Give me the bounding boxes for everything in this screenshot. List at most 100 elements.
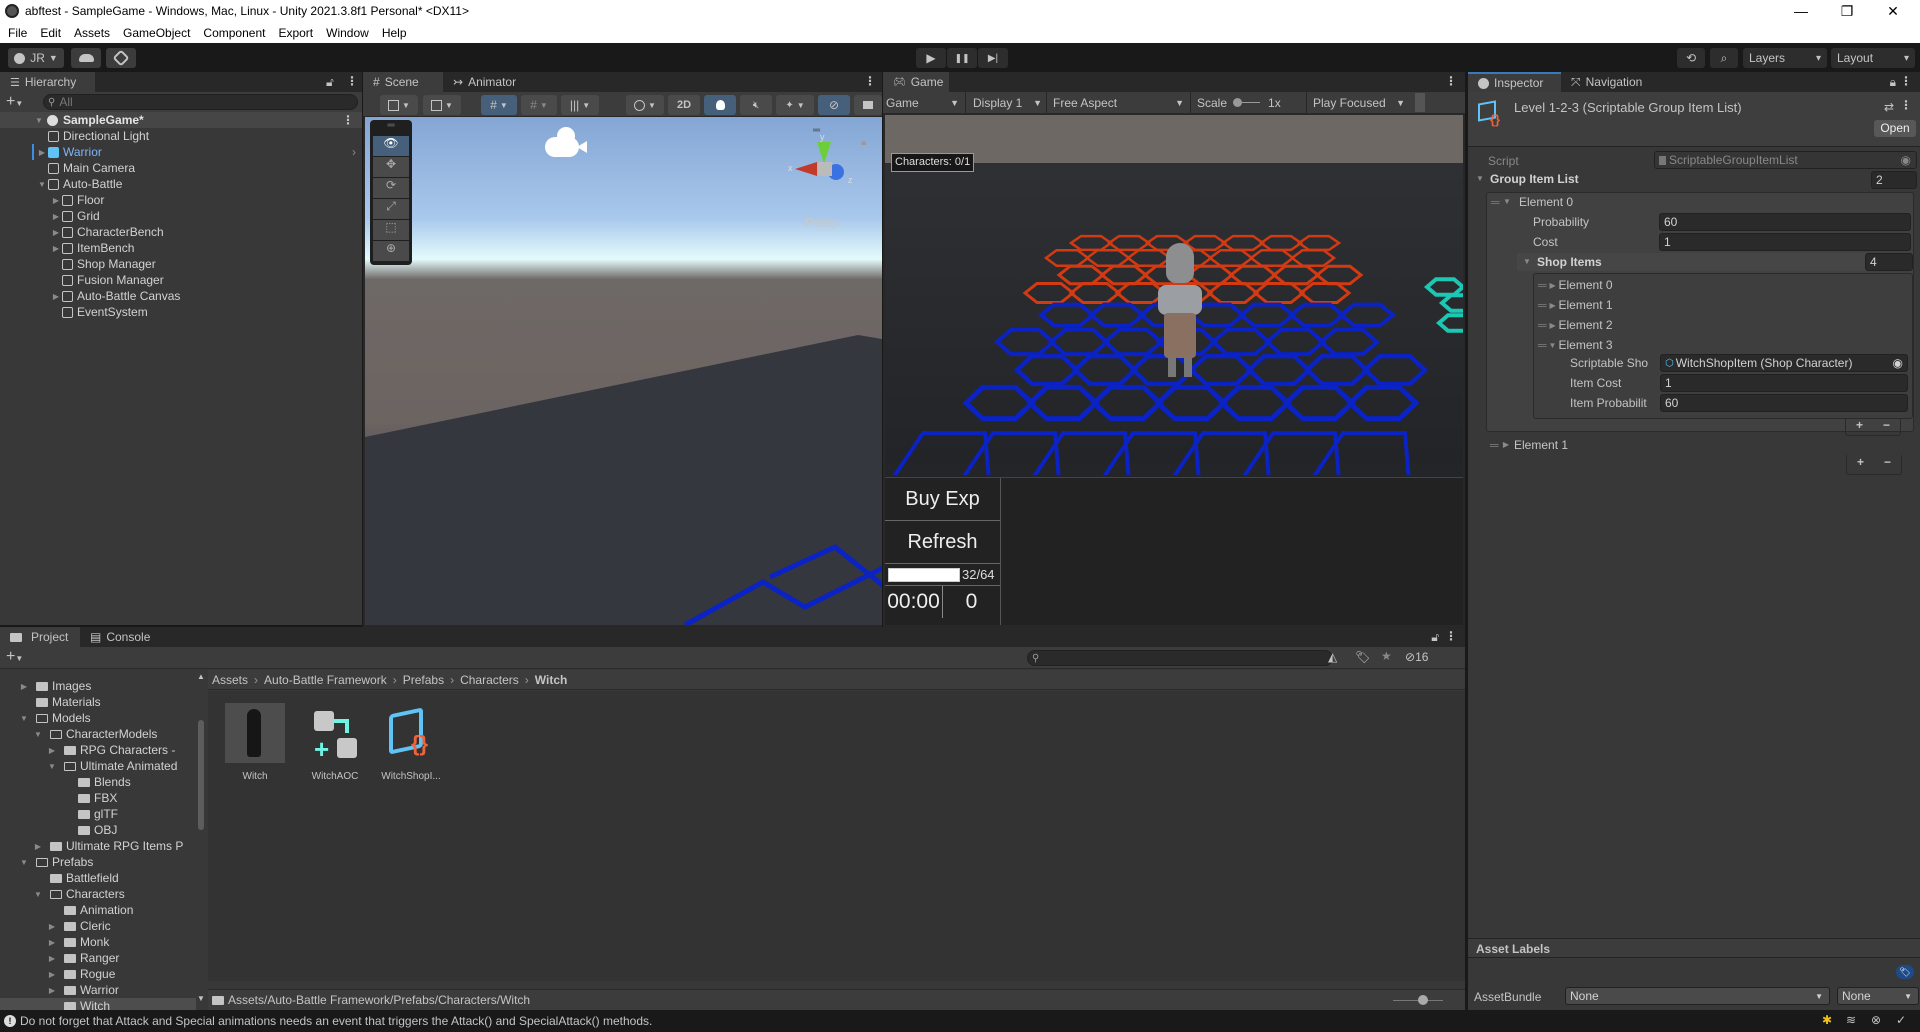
asset-witch-prefab[interactable]: Witch: [224, 703, 286, 782]
game-view-dropdown[interactable]: Game ▼: [886, 92, 966, 113]
expand-arrow-icon[interactable]: ▼: [32, 890, 44, 899]
group-list-size-input[interactable]: 2: [1871, 171, 1917, 189]
hierarchy-item[interactable]: Fusion Manager: [0, 272, 362, 288]
bench-slot[interactable]: [1311, 431, 1411, 475]
expand-arrow-icon[interactable]: ▶: [1547, 281, 1559, 290]
snap-increment-toggle[interactable]: # ▼: [521, 95, 557, 115]
buy-exp-button[interactable]: Buy Exp: [885, 478, 1000, 521]
remove-group-item-button[interactable]: −: [1884, 455, 1891, 474]
hex-tile[interactable]: [1258, 234, 1304, 252]
hex-tile[interactable]: [1220, 234, 1266, 252]
element-1-label[interactable]: Element 1: [1514, 438, 1568, 452]
breadcrumb-item[interactable]: Characters: [460, 673, 519, 687]
breadcrumb-item[interactable]: Prefabs: [403, 673, 444, 687]
expand-arrow-icon[interactable]: ▼: [18, 714, 30, 723]
hex-tile[interactable]: [1287, 302, 1347, 328]
hex-tile[interactable]: [1317, 327, 1381, 357]
search-by-label-icon[interactable]: 🏷︎: [1355, 650, 1370, 664]
lock-icon[interactable]: 🔒︎: [1890, 75, 1896, 90]
script-field[interactable]: ScriptableGroupItemList ◉: [1654, 151, 1917, 169]
account-dropdown[interactable]: JR ▼: [8, 48, 64, 68]
gizmo-center-cube[interactable]: [818, 162, 832, 176]
cost-input[interactable]: 1: [1659, 233, 1911, 251]
menu-assets[interactable]: Assets: [74, 26, 110, 40]
game-stats-button[interactable]: [1415, 93, 1425, 112]
bench-slot[interactable]: [1031, 431, 1131, 475]
scene-visibility-toggle[interactable]: ⊘: [818, 95, 850, 115]
tab-inspector[interactable]: Inspector: [1468, 72, 1561, 92]
expand-arrow-icon[interactable]: ▼: [46, 762, 58, 771]
expand-arrow-icon[interactable]: ▶: [46, 970, 58, 979]
tab-project[interactable]: Project: [0, 627, 80, 647]
hex-tile[interactable]: [1438, 293, 1463, 313]
hierarchy-item[interactable]: ▶ Floor: [0, 192, 362, 208]
game-viewport[interactable]: Characters: 0/1 Buy Exp Refresh 32/64 00…: [885, 115, 1463, 625]
create-asset-button[interactable]: +▼: [6, 648, 23, 666]
hex-tile[interactable]: [1037, 302, 1097, 328]
project-folder-item[interactable]: ▼ Characters: [0, 886, 196, 902]
shading-dropdown[interactable]: ▼: [626, 95, 664, 115]
step-button[interactable]: ▶|: [978, 48, 1008, 68]
hierarchy-search-input[interactable]: ⚲ All: [43, 94, 358, 110]
project-folder-item[interactable]: ▶ Images: [0, 678, 196, 694]
scene-viewport[interactable]: ═ 👁︎ ✥ ⟳ ⤢ ⬚ ⊕ ═ y x z 🔒︎ Persp: [365, 117, 882, 625]
play-mode-dropdown[interactable]: Play Focused ▼: [1313, 92, 1409, 113]
hex-tile[interactable]: [1237, 302, 1297, 328]
layout-dropdown[interactable]: Layout: [1831, 48, 1915, 68]
expand-arrow-icon[interactable]: ▶: [50, 196, 62, 205]
hex-tile[interactable]: [1263, 327, 1327, 357]
display-dropdown[interactable]: Display 1 ▼: [973, 92, 1047, 113]
asset-witch-aoc[interactable]: + WitchAOC: [304, 703, 366, 782]
search-by-type-icon[interactable]: ◭: [1328, 650, 1337, 664]
project-search-input[interactable]: ⚲: [1027, 650, 1333, 666]
expand-arrow-icon[interactable]: ▶: [46, 954, 58, 963]
project-folder-item[interactable]: glTF: [0, 806, 196, 822]
hex-tile[interactable]: [1026, 384, 1100, 422]
ruler-dropdown[interactable]: ||| ▼: [561, 95, 599, 115]
scale-tool-button[interactable]: ⤢: [373, 199, 409, 219]
component-menu-icon[interactable]: ⋮: [1900, 98, 1912, 112]
progress-check-icon[interactable]: ✓: [1896, 1013, 1906, 1027]
layers-dropdown[interactable]: Layers: [1743, 48, 1827, 68]
maximize-button[interactable]: ❐: [1824, 0, 1870, 22]
hierarchy-item[interactable]: Main Camera: [0, 160, 362, 176]
icon-size-slider-thumb[interactable]: [1418, 995, 1428, 1005]
hierarchy-item[interactable]: ▶ CharacterBench: [0, 224, 362, 240]
item-cost-input[interactable]: 1: [1660, 374, 1908, 392]
bench-slot[interactable]: [961, 431, 1061, 475]
expand-arrow-icon[interactable]: ▶: [50, 292, 62, 301]
close-button[interactable]: ✕: [1870, 0, 1916, 22]
menu-component[interactable]: Component: [203, 26, 265, 40]
shop-items-size-input[interactable]: 4: [1865, 253, 1913, 271]
hex-tile[interactable]: [1435, 313, 1463, 333]
asset-witch-shop-item[interactable]: {} WitchShopI...: [372, 703, 450, 782]
expand-arrow-icon[interactable]: ▶: [50, 228, 62, 237]
tab-game[interactable]: 🎮︎ Game: [883, 72, 949, 92]
expand-arrow-icon[interactable]: ▶: [36, 148, 48, 157]
minimize-button[interactable]: —: [1778, 0, 1824, 22]
project-folder-item[interactable]: OBJ: [0, 822, 196, 838]
project-folder-item[interactable]: Animation: [0, 902, 196, 918]
bench-slot[interactable]: [1241, 431, 1341, 475]
undo-history-button[interactable]: ⟲: [1677, 48, 1705, 68]
drag-handle-icon[interactable]: ═: [1490, 438, 1499, 452]
hex-tile[interactable]: [1209, 327, 1273, 357]
hex-tile[interactable]: [1047, 327, 1111, 357]
menu-export[interactable]: Export: [278, 26, 313, 40]
refresh-button[interactable]: Refresh: [885, 521, 1000, 564]
projection-toggle[interactable]: Persp: [805, 215, 839, 230]
hex-tile[interactable]: [1206, 282, 1260, 304]
expand-arrow-icon[interactable]: ▶: [46, 938, 58, 947]
expand-arrow-icon[interactable]: ▶: [46, 746, 58, 755]
expand-arrow-icon[interactable]: ▼: [33, 116, 45, 125]
menu-gameobject[interactable]: GameObject: [123, 26, 190, 40]
rotate-tool-button[interactable]: ⟳: [373, 178, 409, 198]
add-group-item-button[interactable]: +: [1857, 455, 1864, 474]
hex-tile[interactable]: [993, 327, 1057, 357]
assetbundle-variant-dropdown[interactable]: None ▼: [1837, 987, 1919, 1005]
project-folder-item[interactable]: ▼ Prefabs: [0, 854, 196, 870]
camera-dropdown[interactable]: [854, 95, 882, 115]
auto-generate-lighting-icon[interactable]: ⊗: [1871, 1013, 1881, 1027]
tree-item-partial[interactable]: [0, 670, 196, 678]
shop-items-label[interactable]: Shop Items: [1537, 255, 1602, 269]
